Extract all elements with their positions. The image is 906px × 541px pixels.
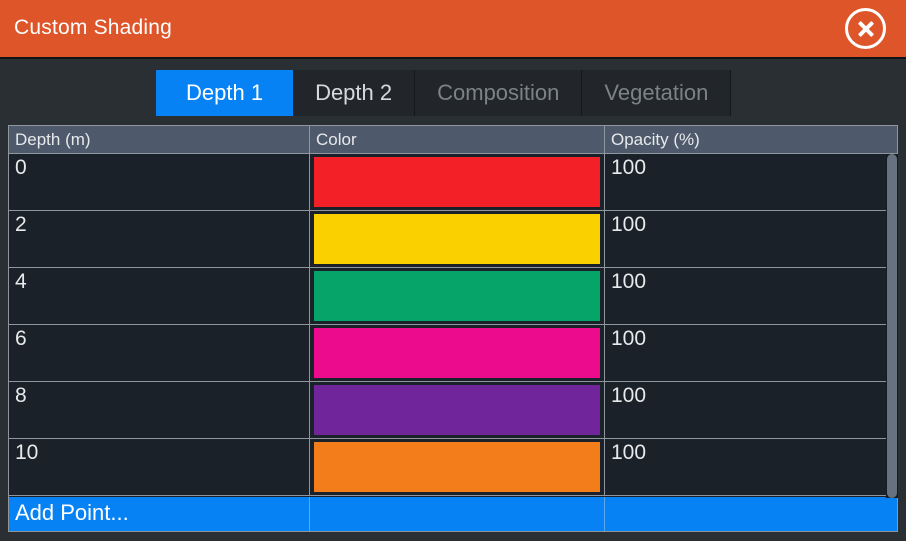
column-header-color-label: Color <box>316 130 357 149</box>
close-circle-icon[interactable] <box>845 8 886 49</box>
tab-vegetation-label: Vegetation <box>604 80 709 105</box>
opacity-cell[interactable]: 100 <box>605 382 897 439</box>
depth-cell[interactable]: 6 <box>9 325 310 382</box>
color-cell[interactable] <box>310 268 605 325</box>
tab-depth-2-label: Depth 2 <box>315 80 393 105</box>
table-row[interactable]: 6 100 <box>9 325 897 382</box>
add-point-label: Add Point... <box>15 500 129 526</box>
depth-value: 0 <box>15 156 27 179</box>
color-swatch[interactable] <box>314 385 600 435</box>
table-row[interactable]: 0 100 <box>9 154 897 211</box>
opacity-value: 100 <box>611 441 647 464</box>
opacity-value: 100 <box>611 156 647 179</box>
tab-bar: Depth 1 Depth 2 Composition Vegetation <box>0 59 906 125</box>
color-swatch[interactable] <box>314 271 600 321</box>
shading-table-area: Depth (m) Color Opacity (%) 0 100 2 100 … <box>0 125 906 541</box>
add-point-opacity-cell[interactable] <box>605 497 897 531</box>
column-header-opacity-label: Opacity (%) <box>611 130 700 149</box>
opacity-value: 100 <box>611 270 647 293</box>
color-cell[interactable] <box>310 325 605 382</box>
tab-composition[interactable]: Composition <box>415 70 583 116</box>
tab-depth-1-label: Depth 1 <box>186 80 264 105</box>
table-row[interactable]: 10 100 <box>9 439 897 496</box>
opacity-cell[interactable]: 100 <box>605 154 897 211</box>
color-swatch[interactable] <box>314 328 600 378</box>
tab-depth-2[interactable]: Depth 2 <box>293 70 416 116</box>
column-header-color: Color <box>310 126 605 154</box>
table-scrollbar-thumb[interactable] <box>887 154 897 498</box>
column-header-depth-label: Depth (m) <box>15 130 91 149</box>
table-header-row: Depth (m) Color Opacity (%) <box>9 126 897 154</box>
depth-value: 2 <box>15 213 27 236</box>
add-point-color-cell[interactable] <box>310 497 605 531</box>
depth-value: 4 <box>15 270 27 293</box>
custom-shading-dialog: Custom Shading Depth 1 Depth 2 Compositi… <box>0 0 906 541</box>
table-row[interactable]: 2 100 <box>9 211 897 268</box>
depth-cell[interactable]: 4 <box>9 268 310 325</box>
depth-cell[interactable]: 10 <box>9 439 310 496</box>
depth-cell[interactable]: 2 <box>9 211 310 268</box>
color-cell[interactable] <box>310 211 605 268</box>
opacity-cell[interactable]: 100 <box>605 268 897 325</box>
dialog-titlebar: Custom Shading <box>0 0 906 59</box>
color-cell[interactable] <box>310 154 605 211</box>
page-title: Custom Shading <box>14 16 173 39</box>
depth-cell[interactable]: 8 <box>9 382 310 439</box>
depth-value: 8 <box>15 384 27 407</box>
opacity-value: 100 <box>611 213 647 236</box>
column-header-depth: Depth (m) <box>9 126 310 154</box>
column-header-opacity: Opacity (%) <box>605 126 897 154</box>
opacity-cell[interactable]: 100 <box>605 439 897 496</box>
table-row[interactable]: 8 100 <box>9 382 897 439</box>
color-cell[interactable] <box>310 439 605 496</box>
depth-cell[interactable]: 0 <box>9 154 310 211</box>
add-point-row[interactable]: Add Point... <box>9 497 897 531</box>
opacity-value: 100 <box>611 384 647 407</box>
tab-composition-label: Composition <box>437 80 560 105</box>
tab-vegetation[interactable]: Vegetation <box>582 70 732 116</box>
depth-value: 10 <box>15 441 39 464</box>
opacity-value: 100 <box>611 327 647 350</box>
table-scrollbar[interactable] <box>886 154 898 498</box>
depth-value: 6 <box>15 327 27 350</box>
color-swatch[interactable] <box>314 214 600 264</box>
add-point-label-cell[interactable]: Add Point... <box>9 497 310 531</box>
color-cell[interactable] <box>310 382 605 439</box>
opacity-cell[interactable]: 100 <box>605 211 897 268</box>
color-swatch[interactable] <box>314 157 600 207</box>
color-swatch[interactable] <box>314 442 600 492</box>
tab-depth-1[interactable]: Depth 1 <box>156 70 294 116</box>
table-row[interactable]: 4 100 <box>9 268 897 325</box>
opacity-cell[interactable]: 100 <box>605 325 897 382</box>
shading-table: Depth (m) Color Opacity (%) 0 100 2 100 … <box>8 125 898 532</box>
